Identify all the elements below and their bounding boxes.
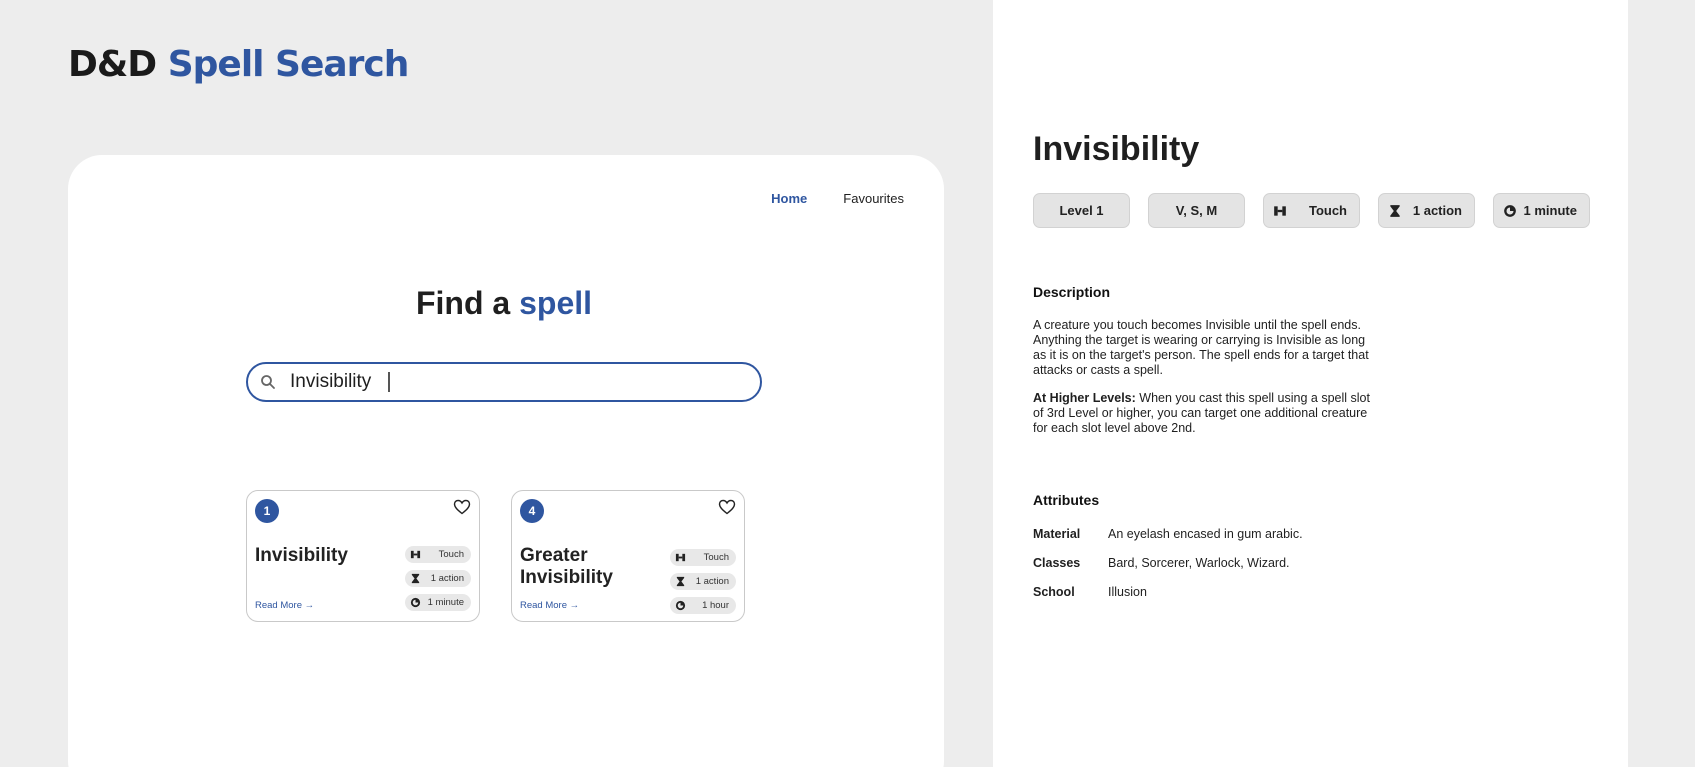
attribute-row-classes: Classes Bard, Sorcerer, Warlock, Wizard.: [1033, 556, 1290, 570]
heart-icon[interactable]: [718, 499, 736, 520]
casting-time-pill: 1 action: [405, 570, 471, 587]
range-icon: [410, 550, 421, 559]
description-text: A creature you touch becomes Invisible u…: [1033, 318, 1369, 377]
clock-icon: [410, 597, 421, 608]
duration-value: 1 hour: [702, 600, 729, 611]
higher-levels-label: At Higher Levels:: [1033, 391, 1136, 405]
attribute-row-school: School Illusion: [1033, 585, 1147, 599]
attribute-key: Classes: [1033, 556, 1081, 570]
detail-stats: Level 1 V, S, M Touch 1 action 1 minute: [1033, 193, 1590, 228]
range-pill: Touch: [405, 546, 471, 563]
components-pill: V, S, M: [1148, 193, 1245, 228]
attribute-row-material: Material An eyelash encased in gum arabi…: [1033, 527, 1303, 541]
range-value: Touch: [438, 549, 464, 560]
attributes-heading: Attributes: [1033, 492, 1100, 508]
casting-time-pill: 1 action: [670, 573, 736, 590]
search-heading-text: Find a: [415, 285, 511, 321]
detail-title: Invisibility: [1033, 130, 1200, 168]
search-heading: Find a spell: [68, 285, 940, 322]
spell-stats: Touch 1 action 1 minute: [405, 546, 471, 611]
search-input[interactable]: [290, 371, 730, 393]
spell-name[interactable]: Invisibility: [255, 545, 375, 567]
range-pill: Touch: [1263, 193, 1360, 228]
range-icon: [1274, 206, 1286, 216]
attribute-key: School: [1033, 585, 1075, 599]
hourglass-icon: [411, 573, 420, 584]
description-heading: Description: [1033, 284, 1111, 300]
app-logo: D&D Spell Search: [68, 44, 410, 85]
spell-level-badge: 4: [520, 499, 544, 523]
spell-card-greater-invisibility[interactable]: 4 Greater Invisibility Touch 1 action 1 …: [511, 490, 745, 622]
duration-pill: 1 minute: [405, 594, 471, 611]
hourglass-icon: [1390, 205, 1400, 217]
text-caret: [388, 372, 390, 392]
attribute-value: An eyelash encased in gum arabic.: [1108, 527, 1303, 541]
spell-name[interactable]: Greater Invisibility: [520, 545, 640, 589]
range-icon: [675, 553, 686, 562]
duration-value: 1 minute: [1523, 203, 1577, 218]
level-pill: Level 1: [1033, 193, 1130, 228]
spell-detail-panel: Invisibility Level 1 V, S, M Touch 1 act…: [993, 0, 1628, 767]
search-heading-accent: spell: [519, 285, 593, 321]
nav-home-link[interactable]: Home: [771, 191, 807, 206]
nav-favourites-link[interactable]: Favourites: [843, 191, 904, 206]
read-more-link[interactable]: Read More →: [520, 600, 579, 611]
range-value: Touch: [703, 552, 729, 563]
attribute-value: Illusion: [1108, 585, 1147, 599]
duration-value: 1 minute: [427, 597, 464, 608]
search-icon: [260, 374, 276, 390]
heart-icon[interactable]: [453, 499, 471, 520]
attribute-key: Material: [1033, 527, 1081, 541]
duration-pill: 1 hour: [670, 597, 736, 614]
hourglass-icon: [676, 576, 685, 587]
spell-card-invisibility[interactable]: 1 Invisibility Touch 1 action 1 minute R…: [246, 490, 480, 622]
duration-pill: 1 minute: [1493, 193, 1590, 228]
search-card: Home Favourites Find a spell 1 Invisibil…: [68, 155, 944, 767]
attribute-value: Bard, Sorcerer, Warlock, Wizard.: [1108, 556, 1290, 570]
clock-icon: [1504, 205, 1516, 217]
spell-stats: Touch 1 action 1 hour: [670, 549, 736, 614]
casting-time-pill: 1 action: [1378, 193, 1475, 228]
range-value: Touch: [1308, 203, 1347, 218]
search-bar[interactable]: [246, 362, 762, 402]
read-more-link[interactable]: Read More →: [255, 600, 314, 611]
logo-text-dnd: D&D: [68, 44, 157, 85]
higher-levels-text: At Higher Levels: When you cast this spe…: [1033, 391, 1373, 436]
range-pill: Touch: [670, 549, 736, 566]
casting-time-value: 1 action: [430, 573, 464, 584]
casting-time-value: 1 action: [1412, 203, 1462, 218]
casting-time-value: 1 action: [695, 576, 729, 587]
spell-level-badge: 1: [255, 499, 279, 523]
top-nav: Home Favourites: [771, 191, 904, 206]
logo-text-spell-search: Spell Search: [167, 44, 410, 85]
clock-icon: [675, 600, 686, 611]
